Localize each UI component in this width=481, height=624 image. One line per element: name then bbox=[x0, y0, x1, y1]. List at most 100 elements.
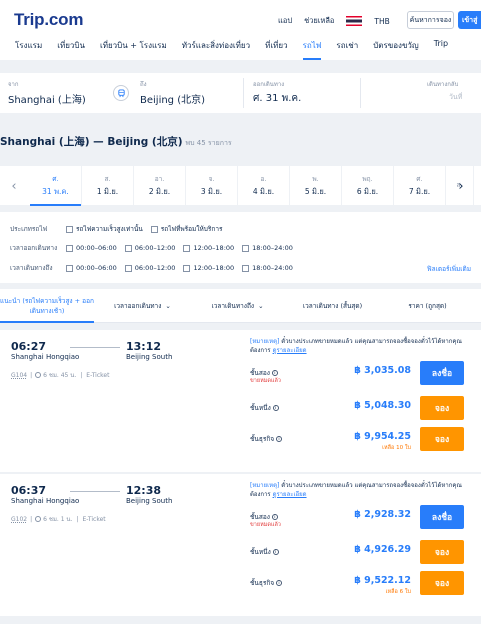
checkbox-time-range[interactable]: 12:00–18:00 bbox=[183, 264, 234, 272]
date-tab[interactable]: ศ. 7 มิ.ย. bbox=[394, 166, 446, 206]
checkbox-high-speed[interactable]: รถไฟความเร็วสูงเท่านั้น bbox=[66, 224, 143, 234]
info-icon[interactable]: i bbox=[272, 405, 279, 411]
from-field[interactable]: Shanghai (上海) bbox=[8, 91, 86, 106]
from-label: จาก bbox=[8, 81, 19, 88]
date-tab[interactable]: พฤ. 6 มิ.ย. bbox=[342, 166, 394, 206]
departure-station: Shanghai Hongqiao bbox=[11, 497, 80, 505]
checkbox-time-range[interactable]: 00:00–06:00 bbox=[66, 264, 117, 272]
details-link[interactable]: ดูรายละเอียด bbox=[273, 347, 307, 354]
help-link[interactable]: ช่วยเหลือ bbox=[304, 15, 334, 27]
ticket-type: E-Ticket bbox=[86, 371, 110, 379]
site-logo[interactable]: Trip.com bbox=[14, 10, 83, 30]
checkbox-time-range[interactable]: 06:00–12:00 bbox=[124, 244, 175, 252]
train-card: 06:27 13:12 Shanghai Hongqiao Beijing South… bbox=[0, 330, 481, 472]
main-nav: โรงแรม เที่ยวบิน เที่ยวบิน + โรงแรม ทัวร… bbox=[0, 39, 448, 60]
date-weekday: อ. bbox=[260, 175, 267, 183]
waitlist-button[interactable]: ลงชื่อ bbox=[420, 505, 464, 529]
details-link[interactable]: ดูรายละเอียด bbox=[273, 491, 307, 498]
train-swap-icon[interactable] bbox=[113, 85, 129, 101]
sort-arrival[interactable]: เวลาเดินทางถึง ⌄ bbox=[195, 289, 280, 323]
depart-time-filter: เวลาออกเดินทาง 00:00–06:00 06:00–12:00 12:… bbox=[10, 243, 301, 253]
nav-attractions[interactable]: ที่เที่ยว bbox=[265, 39, 287, 60]
nav-hotels[interactable]: โรงแรม bbox=[15, 39, 42, 60]
arrival-station: Beijing South bbox=[126, 497, 173, 505]
checkbox-time-range[interactable]: 12:00–18:00 bbox=[183, 244, 234, 252]
seat-class: ชั้นธุรกิจ i bbox=[250, 434, 283, 444]
info-icon[interactable]: i bbox=[271, 514, 278, 520]
date-weekday: ศ. bbox=[52, 175, 59, 183]
date-day: 6 มิ.ย. bbox=[356, 187, 379, 196]
arrival-station: Beijing South bbox=[126, 353, 173, 361]
date-list: ศ. 31 พ.ค. ส. 1 มิ.ย. อา. 2 มิ.ย. จ. 3 มิ.ย. อ. 4… bbox=[30, 166, 474, 206]
checkbox-time-range[interactable]: 06:00–12:00 bbox=[124, 264, 175, 272]
date-tab[interactable]: อา. 2 มิ.ย. bbox=[134, 166, 186, 206]
return-date-field[interactable]: วันที่ bbox=[449, 92, 462, 103]
book-button[interactable]: จอง bbox=[420, 571, 464, 595]
date-day: 31 พ.ค. bbox=[42, 187, 69, 196]
sort-duration[interactable]: เวลาเดินทาง (สั้นสุด) bbox=[290, 289, 375, 323]
sort-recommended[interactable]: แนะนำ (รถไฟความเร็วสูง + ออกเดินทางเช้า) bbox=[0, 289, 94, 323]
notice: [หมายเหตุ] ตั๋วบางประเภทขายหมดแล้ว แต่คุ… bbox=[250, 338, 462, 354]
train-card: 06:37 12:38 Shanghai Hongqiao Beijing South… bbox=[0, 474, 481, 616]
sort-bar: แนะนำ (รถไฟความเร็วสูง + ออกเดินทางเช้า)… bbox=[0, 289, 481, 323]
app-link[interactable]: แอป bbox=[278, 15, 292, 27]
find-booking-button[interactable]: ค้นหาการจอง bbox=[407, 11, 454, 29]
book-button[interactable]: จอง bbox=[420, 540, 464, 564]
waitlist-button[interactable]: ลงชื่อ bbox=[420, 361, 464, 385]
nav-tours[interactable]: ทัวร์และสิ่งท่องเที่ยว bbox=[182, 39, 250, 60]
nav-trains[interactable]: รถไฟ bbox=[302, 39, 321, 60]
checkbox-available[interactable]: รถไฟที่พร้อมให้บริการ bbox=[150, 224, 222, 234]
route-arrow bbox=[70, 347, 120, 348]
train-number[interactable]: G102 bbox=[11, 516, 27, 523]
seat-class: ชั้นหนึ่ง i bbox=[250, 547, 279, 557]
result-count: พบ 45 รายการ bbox=[185, 139, 232, 147]
date-weekday: จ. bbox=[208, 175, 215, 183]
top-header: Trip.com แอป ช่วยเหลือ THB ค้นหาการจอง เ… bbox=[0, 0, 481, 60]
currency-selector[interactable]: THB bbox=[374, 17, 389, 26]
nav-flights[interactable]: เที่ยวบิน bbox=[57, 39, 85, 60]
date-tab[interactable]: ส. 1 มิ.ย. bbox=[82, 166, 134, 206]
book-button[interactable]: จอง bbox=[420, 427, 464, 451]
route-arrow bbox=[70, 491, 120, 492]
return-label: เดินทางกลับ bbox=[427, 81, 459, 88]
date-tab[interactable]: อ. 4 มิ.ย. bbox=[238, 166, 290, 206]
date-tab[interactable]: จ. 3 มิ.ย. bbox=[186, 166, 238, 206]
checkbox-time-range[interactable]: 18:00–24:00 bbox=[242, 244, 293, 252]
clock-icon bbox=[35, 516, 42, 522]
nav-more[interactable]: Trip bbox=[434, 39, 448, 60]
filter-label: เวลาเดินทางถึง bbox=[10, 264, 53, 272]
date-weekday: อา. bbox=[154, 175, 165, 183]
price: ฿ 5,048.30 bbox=[354, 400, 411, 411]
chevron-down-icon: ⌄ bbox=[258, 302, 264, 310]
nav-gift-cards[interactable]: บัตรของขวัญ bbox=[373, 39, 419, 60]
login-button[interactable]: เข้าสู่ bbox=[458, 11, 481, 29]
depart-date-field[interactable]: ศ. 31 พ.ค. bbox=[253, 91, 301, 106]
info-icon[interactable]: i bbox=[271, 370, 278, 376]
next-date-icon[interactable]: › bbox=[450, 166, 472, 206]
nav-car-rental[interactable]: รถเช่า bbox=[336, 39, 358, 60]
to-field[interactable]: Beijing (北京) bbox=[140, 91, 205, 106]
date-day: 1 มิ.ย. bbox=[96, 187, 119, 196]
checkbox-time-range[interactable]: 00:00–06:00 bbox=[66, 244, 117, 252]
date-tab[interactable]: ศ. 31 พ.ค. bbox=[30, 166, 82, 206]
train-number[interactable]: G104 bbox=[11, 372, 27, 379]
info-icon[interactable]: i bbox=[272, 549, 279, 555]
thailand-flag-icon[interactable] bbox=[346, 16, 363, 26]
checkbox-time-range[interactable]: 18:00–24:00 bbox=[242, 264, 293, 272]
seats-left: เหลือ 6 ใบ bbox=[385, 589, 411, 595]
duration: 6 ชม. 45 น. bbox=[43, 372, 77, 379]
sort-departure[interactable]: เวลาออกเดินทาง ⌄ bbox=[100, 289, 185, 323]
book-button[interactable]: จอง bbox=[420, 396, 464, 420]
nav-flight-hotel[interactable]: เที่ยวบิน + โรงแรม bbox=[100, 39, 167, 60]
price: ฿ 2,928.32 bbox=[354, 509, 411, 520]
sort-price[interactable]: ราคา (ถูกสุด) bbox=[385, 289, 470, 323]
info-icon[interactable]: i bbox=[276, 436, 283, 442]
date-tab[interactable]: พ. 5 มิ.ย. bbox=[290, 166, 342, 206]
more-filters-link[interactable]: ฟิลเตอร์เพิ่มเติม bbox=[427, 264, 471, 274]
depart-label: ออกเดินทาง bbox=[253, 81, 285, 88]
arrival-time: 13:12 bbox=[126, 340, 162, 353]
prev-date-icon[interactable]: ‹ bbox=[3, 166, 25, 206]
info-icon[interactable]: i bbox=[276, 580, 283, 586]
train-type-filter: ประเภทรถไฟ รถไฟความเร็วสูงเท่านั้น รถไฟท… bbox=[10, 224, 230, 234]
date-selector: ‹ ศ. 31 พ.ค. ส. 1 มิ.ย. อา. 2 มิ.ย. จ. 3 มิ.ย. อ… bbox=[0, 165, 481, 206]
